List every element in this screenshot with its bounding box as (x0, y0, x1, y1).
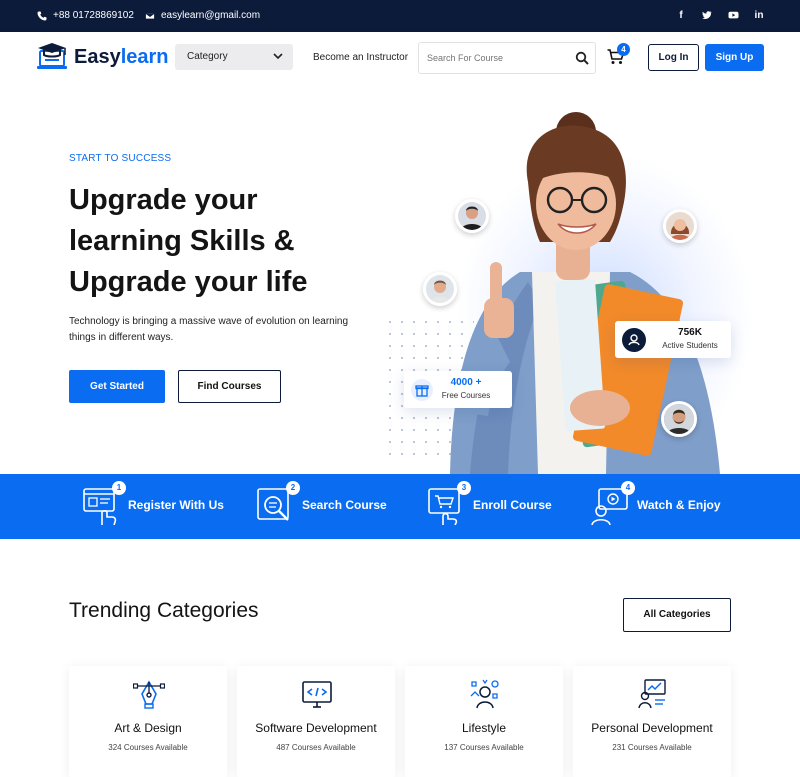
signup-button[interactable]: Sign Up (705, 44, 764, 71)
gift-icon (411, 379, 433, 401)
facebook-icon[interactable]: f (676, 10, 686, 21)
category-card-lifestyle[interactable]: Lifestyle 137 Courses Available (405, 666, 563, 777)
hero-section: START TO SUCCESS Upgrade your learning S… (0, 82, 800, 474)
step-number: 3 (457, 481, 471, 495)
user-icon (622, 328, 646, 352)
linkedin-icon[interactable]: in (754, 10, 764, 21)
category-cards: Art & Design 324 Courses Available Softw… (69, 666, 731, 777)
step-register[interactable]: 1 Register With Us (82, 481, 224, 526)
become-instructor-link[interactable]: Become an Instructor (313, 52, 408, 63)
site-logo[interactable]: Easylearn (36, 41, 169, 73)
category-card-software-development[interactable]: Software Development 487 Courses Availab… (237, 666, 395, 777)
twitter-icon[interactable] (702, 10, 712, 21)
search-box (418, 42, 596, 74)
find-courses-button[interactable]: Find Courses (178, 370, 281, 403)
all-categories-button[interactable]: All Categories (623, 598, 731, 632)
search-course-icon: 2 (256, 481, 300, 525)
get-started-button[interactable]: Get Started (69, 370, 165, 403)
category-card-art-design[interactable]: Art & Design 324 Courses Available (69, 666, 227, 777)
step-label: Watch & Enjoy (637, 498, 721, 512)
avatar-man-3 (661, 401, 697, 437)
category-label: Category (187, 51, 228, 62)
phone-number: +88 01728869102 (53, 10, 134, 21)
trending-title: Trending Categories (69, 599, 259, 622)
step-label: Register With Us (128, 498, 224, 512)
step-number: 2 (286, 481, 300, 495)
avatar-man-1 (455, 199, 489, 233)
free-courses-card: 4000 + Free Courses (404, 371, 512, 408)
free-courses-value: 4000 + (450, 377, 482, 388)
pen-tool-icon (133, 680, 165, 709)
step-search-course[interactable]: 2 Search Course (256, 481, 387, 525)
main-header: Easylearn Category Become an Instructor … (0, 32, 800, 82)
category-name: Art & Design (114, 721, 182, 735)
avatar-woman-1 (663, 209, 697, 243)
cart-count-badge: 4 (617, 43, 630, 56)
category-dropdown[interactable]: Category (175, 44, 293, 70)
phone-contact[interactable]: +88 01728869102 (37, 10, 134, 21)
hero-title: Upgrade your learning Skills & Upgrade y… (69, 184, 308, 298)
category-name: Personal Development (591, 721, 713, 735)
step-watch-enjoy[interactable]: 4 Watch & Enjoy (591, 481, 721, 526)
search-input[interactable] (419, 43, 559, 73)
free-courses-label: Free Courses (441, 391, 491, 400)
envelope-icon (145, 12, 155, 19)
step-number: 1 (112, 481, 126, 495)
steps-band: 1 Register With Us 2 Search Course 3 Enr… (0, 474, 800, 539)
category-name: Software Development (255, 721, 377, 735)
category-card-personal-development[interactable]: Personal Development 231 Courses Availab… (573, 666, 731, 777)
category-name: Lifestyle (461, 721, 507, 735)
active-students-value: 756K (678, 327, 702, 338)
active-students-card: 756K Active Students (615, 321, 731, 358)
login-button[interactable]: Log In (648, 44, 699, 71)
phone-icon (37, 11, 47, 20)
growth-icon (638, 679, 666, 709)
step-label: Search Course (302, 498, 387, 512)
avatar-man-2 (423, 272, 457, 306)
chevron-down-icon (273, 53, 283, 60)
register-icon: 1 (82, 481, 126, 526)
lifestyle-icon (470, 679, 499, 709)
logo-text-prefix: Easy (74, 45, 121, 68)
social-links: f in (676, 10, 764, 21)
youtube-icon[interactable] (728, 10, 739, 21)
category-count: 231 Courses Available (612, 743, 692, 752)
email-contact[interactable]: easylearn@gmail.com (145, 10, 260, 21)
email-address: easylearn@gmail.com (161, 10, 261, 21)
step-enroll-course[interactable]: 3 Enroll Course (427, 481, 552, 526)
logo-text-accent: learn (120, 45, 169, 68)
top-bar: +88 01728869102 easylearn@gmail.com f in (0, 0, 800, 32)
watch-icon: 4 (591, 481, 635, 526)
graduation-laptop-icon (37, 43, 67, 69)
step-label: Enroll Course (473, 498, 552, 512)
hero-subtitle: Technology is bringing a massive wave of… (69, 316, 349, 343)
code-monitor-icon (302, 681, 332, 708)
hero-eyebrow: START TO SUCCESS (69, 153, 172, 164)
search-icon[interactable] (575, 51, 589, 65)
category-count: 137 Courses Available (444, 743, 524, 752)
step-number: 4 (621, 481, 635, 495)
category-count: 487 Courses Available (276, 743, 356, 752)
category-count: 324 Courses Available (108, 743, 188, 752)
enroll-icon: 3 (427, 481, 471, 526)
active-students-label: Active Students (662, 341, 718, 350)
